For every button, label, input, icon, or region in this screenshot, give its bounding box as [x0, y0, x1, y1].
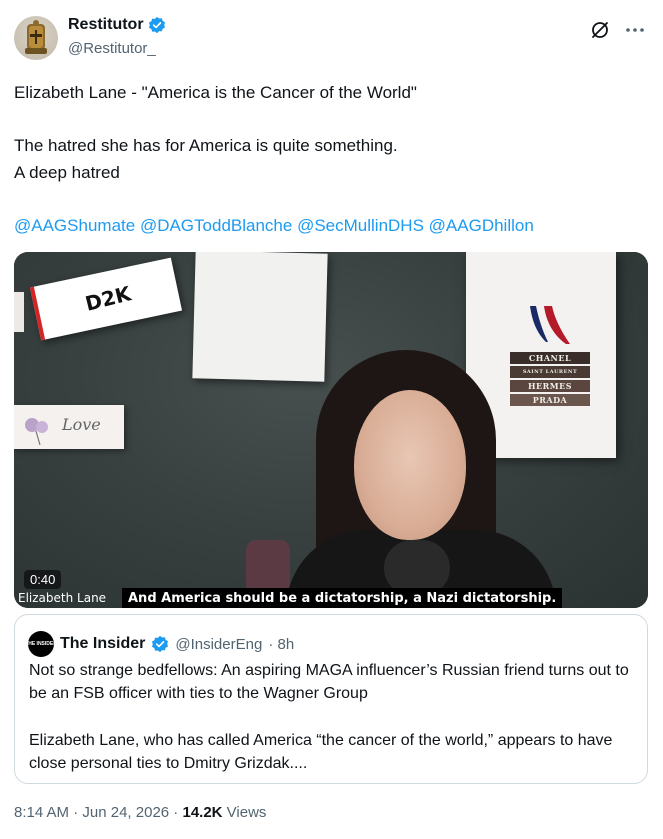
quoted-tweet-time[interactable]: · 8h [268, 636, 294, 653]
speaker-face [354, 390, 466, 540]
quoted-author-name[interactable]: The Insider [60, 635, 145, 653]
love-frame: Love [14, 405, 124, 449]
views-count: 14.2K [182, 804, 223, 821]
mention-link[interactable]: @AAGDhillon [429, 216, 534, 235]
video-caption: And America should be a dictatorship, a … [122, 588, 563, 608]
d2k-logo: D2K [82, 281, 134, 316]
video-player[interactable]: Love CHANEL SAINT LAURENT HERMES PRADA D… [14, 252, 648, 608]
post-time[interactable]: 8:14 AM [14, 804, 69, 821]
video-timestamp: 0:40 [24, 570, 62, 589]
post-date[interactable]: Jun 24, 2026 [82, 804, 169, 821]
author-avatar[interactable] [14, 16, 58, 60]
verified-badge-icon [148, 16, 165, 34]
quoted-paragraph: Elizabeth Lane, who has called America “… [29, 732, 613, 772]
meta-separator: · [169, 804, 183, 821]
mentions-line: @AAGShumate @DAGToddBlanche @SecMullinDH… [14, 213, 534, 239]
author-handle[interactable]: @Restitutor_ [68, 40, 156, 57]
quoted-tweet-header: THE INSIDER The Insider @InsiderEng · 8h [25, 631, 294, 657]
flower-icon [25, 418, 48, 446]
author-display-name[interactable]: Restitutor [68, 16, 144, 34]
tweet-text-line: A deep hatred [14, 163, 120, 182]
speaker-figure [246, 350, 576, 608]
quoted-tweet-text: Not so strange bedfellows: An aspiring M… [29, 659, 635, 775]
mention-link[interactable]: @DAGToddBlanche [140, 216, 292, 235]
tweet-header: Restitutor @Restitutor_ [14, 14, 650, 62]
views-label: Views [222, 804, 267, 821]
quoted-author-handle[interactable]: @InsiderEng [175, 636, 262, 653]
meta-separator: · [69, 804, 83, 821]
more-options-icon[interactable] [624, 20, 646, 40]
verified-badge-icon [152, 635, 169, 653]
love-text: Love [62, 415, 101, 434]
tweet-text-line: Elizabeth Lane - "America is the Cancer … [14, 83, 417, 102]
video-speaker-name: Elizabeth Lane [18, 591, 107, 605]
mention-link[interactable]: @SecMullinDHS [297, 216, 424, 235]
tweet-meta: 8:14 AM · Jun 24, 2026 · 14.2K Views [14, 804, 266, 821]
heels-icon [530, 306, 570, 344]
quoted-paragraph: Not so strange bedfellows: An aspiring M… [29, 662, 629, 702]
quoted-tweet[interactable]: THE INSIDER The Insider @InsiderEng · 8h… [14, 614, 648, 784]
wall-frame [14, 292, 24, 332]
knight-helmet-icon [25, 20, 47, 54]
grok-icon[interactable] [590, 20, 610, 40]
quoted-author-avatar[interactable]: THE INSIDER [25, 631, 57, 657]
mention-link[interactable]: @AAGShumate [14, 216, 135, 235]
tweet-text-line: The hatred she has for America is quite … [14, 136, 398, 155]
